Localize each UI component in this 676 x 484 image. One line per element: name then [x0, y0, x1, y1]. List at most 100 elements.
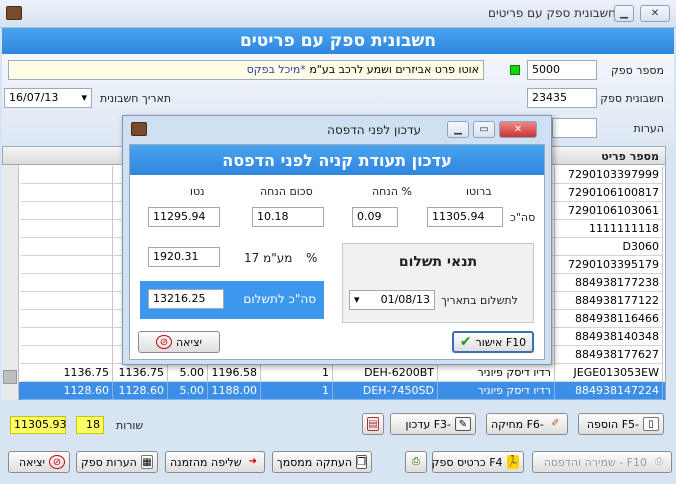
dialog-ok-button[interactable]: ✔ אישור F10	[452, 331, 534, 353]
window-title: חשבונית ספק עם פריטים	[487, 6, 616, 20]
printer-icon: ⎙	[412, 456, 420, 467]
dialog-close-button[interactable]: ✕	[499, 121, 537, 138]
invoice-date-select[interactable]: 16/07/13 ▾	[4, 88, 92, 108]
net-field[interactable]: 11295.94	[148, 207, 220, 227]
footer-total: 11305.93	[10, 416, 67, 434]
running-man-icon: 🏃	[506, 455, 519, 469]
table-cell-item: 7290106100817	[555, 184, 663, 202]
pay-date-select[interactable]: ▾ 01/08/13	[349, 290, 435, 310]
table-row[interactable]: JEGE013053EW רדיו דיסק פיוניר DEH-6200BT 1 1…	[3, 364, 665, 382]
table-cell-item: 884938177122	[555, 292, 663, 310]
chevron-down-icon: ▾	[81, 91, 87, 104]
grid-scrollbar[interactable]	[2, 165, 19, 400]
vat-rate: 17	[244, 251, 260, 265]
invoice-date-label: תאריך חשבונית	[100, 92, 172, 105]
table-cell-total	[21, 256, 113, 274]
table-cell-name: רדיו דיסק פיוניר	[438, 382, 555, 400]
footer-rows-label: שורות	[116, 419, 144, 432]
table-cell-total	[21, 238, 113, 256]
table-cell-disc: 5.00	[168, 364, 208, 382]
table-cell-net: 1136.75	[113, 364, 168, 382]
table-cell-item: 884938177627	[555, 346, 663, 364]
delete-button[interactable]: מחיקה F6- ✐	[486, 413, 568, 435]
supplier-notes-button[interactable]: הערות ספק ▦	[76, 451, 158, 473]
dialog-minimize-button[interactable]: ▁	[447, 121, 469, 138]
discount-amount-label: סכום הנחה	[260, 185, 313, 198]
footer-row-count: 18	[76, 416, 104, 434]
table-cell-item: 884938140348	[555, 328, 663, 346]
edit-icon: ✎	[455, 417, 471, 431]
supplier-name-field[interactable]: אוטו פרט אביזרים ושמע לרכב בע"מ *מיכל בפ…	[8, 60, 484, 80]
table-cell-total: 1136.75	[21, 364, 113, 382]
checkmark-icon: ✔	[459, 334, 472, 350]
supplier-card-button[interactable]: כרטיס ספק F4 🏃	[432, 451, 524, 473]
table-cell-total	[21, 310, 113, 328]
discount-percent-label: % הנחה	[372, 185, 412, 198]
invoice-number-field[interactable]: 23435	[527, 88, 597, 108]
table-cell-price: 1188.00	[208, 382, 261, 400]
table-cell-item: 884938177238	[555, 274, 663, 292]
table-row[interactable]: 884938147224 רדיו דיסק פיוניר DEH-7450SD 1 1…	[3, 382, 665, 400]
gross-label: ברוטו	[466, 185, 492, 198]
copy-from-document-label: העתקה ממסמך	[276, 455, 353, 469]
payment-terms-title: תנאי תשלום	[398, 254, 478, 270]
table-cell-total	[21, 166, 113, 184]
vat-field[interactable]: 1920.31	[148, 247, 220, 267]
table-cell-total: 1128.60	[21, 382, 113, 400]
dialog-banner: עדכון תעודת קניה לפני הדפסה	[130, 145, 544, 175]
supplier-number-label: מספר ספק	[611, 64, 664, 77]
table-cell-total	[21, 274, 113, 292]
save-and-print-button[interactable]: שמירה והדפסה - F10 ⎙	[532, 451, 672, 473]
dialog-body: עדכון תעודת קניה לפני הדפסה ברוטו % הנחה…	[129, 144, 545, 360]
add-label: הוספה F5-	[586, 417, 639, 431]
dialog-ok-label: אישור F10	[475, 335, 527, 349]
import-icon: ➜	[248, 456, 257, 467]
notes-field[interactable]	[552, 118, 597, 138]
table-cell-item: 7290106103061	[555, 202, 663, 220]
pay-total-panel: 13216.25 סה"כ לתשלום	[140, 281, 324, 319]
vat-label-group: מע"מ 17	[244, 251, 292, 265]
supplier-card-label: כרטיס ספק F4	[431, 455, 503, 469]
table-cell-item: 1111111118	[555, 220, 663, 238]
table-cell-model: DEH-7450SD	[333, 382, 438, 400]
dialog-exit-label: יציאה	[176, 335, 202, 349]
dialog-maximize-button[interactable]: ▭	[473, 121, 495, 138]
vat-percent-sign: %	[306, 251, 318, 265]
minimize-button[interactable]: ▁	[614, 5, 634, 22]
copy-from-document-button[interactable]: העתקה ממסמך ❐	[272, 451, 372, 473]
add-button[interactable]: הוספה F5- ▯	[578, 413, 664, 435]
table-cell-total	[21, 328, 113, 346]
print-button[interactable]: ⎙	[405, 451, 427, 473]
print-disabled-icon: ⎙	[655, 456, 663, 467]
app-icon	[6, 6, 22, 20]
table-cell-model: DEH-6200BT	[333, 364, 438, 382]
col-item-number: מספר פריט	[601, 150, 659, 163]
scroll-thumb[interactable]	[3, 370, 17, 384]
print-icon: ▤	[367, 417, 379, 431]
gross-field[interactable]: 11305.94	[427, 207, 503, 227]
status-indicator-icon	[510, 65, 520, 75]
pay-total-field[interactable]: 13216.25	[148, 289, 224, 309]
print-preview-button[interactable]: ▤	[362, 413, 384, 435]
fetch-from-order-button[interactable]: שליפה מהזמנה ➜	[165, 451, 265, 473]
table-cell-disc: 5.00	[168, 382, 208, 400]
discount-percent-field[interactable]: 0.09	[352, 207, 398, 227]
table-cell-total	[21, 184, 113, 202]
table-cell-item: 7290103397999	[555, 166, 663, 184]
supplier-note: *מיכל בפקס	[246, 63, 306, 76]
discount-amount-field[interactable]: 10.18	[252, 207, 324, 227]
pay-date-label: לתשלום בתאריך	[441, 294, 518, 307]
net-label: נטו	[190, 185, 205, 198]
window-title-bar: חשבונית ספק עם פריטים ▁ ✕	[0, 0, 676, 28]
save-and-print-label: שמירה והדפסה - F10	[543, 455, 647, 469]
exit-button[interactable]: יציאה ⊘	[8, 451, 70, 473]
dialog-exit-button[interactable]: יציאה ⊘	[138, 331, 220, 353]
update-label: עדכון F3-	[405, 417, 452, 431]
table-cell-net: 1128.60	[113, 382, 168, 400]
supplier-number-field[interactable]: 5000	[527, 60, 597, 80]
payment-terms-panel: תנאי תשלום ▾ 01/08/13 לתשלום בתאריך	[342, 243, 534, 323]
fetch-from-order-label: שליפה מהזמנה	[170, 455, 242, 469]
close-button[interactable]: ✕	[640, 5, 670, 22]
update-button[interactable]: עדכון F3- ✎	[390, 413, 476, 435]
table-cell-item: D3060	[555, 238, 663, 256]
